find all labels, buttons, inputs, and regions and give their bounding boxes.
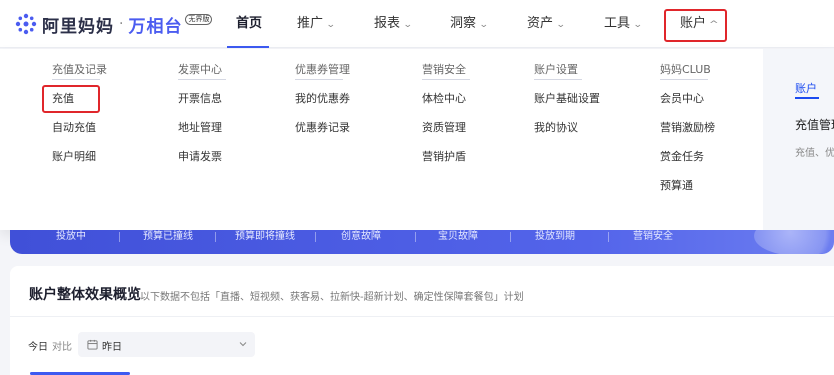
side-panel-tab-indicator bbox=[795, 97, 819, 99]
menu-column-marketing-safety: 营销安全 体检中心 资质管理 营销护盾 bbox=[422, 61, 470, 171]
menu-item-basic-settings[interactable]: 账户基础设置 bbox=[534, 84, 600, 113]
chevron-down-icon: ⌄ bbox=[402, 20, 413, 30]
column-divider bbox=[660, 79, 708, 80]
menu-item-my-coupons[interactable]: 我的优惠券 bbox=[295, 84, 350, 113]
banner-item-budget-capped[interactable]: 预算已撞线 bbox=[143, 230, 193, 244]
account-dropdown-menu: 充值及记录 充值 自动充值 账户明细 发票中心 开票信息 地址管理 申请发票 优… bbox=[0, 49, 834, 230]
chevron-down-icon: ⌄ bbox=[325, 20, 336, 30]
highlight-box-account bbox=[664, 9, 727, 42]
compare-date-value: 昨日 bbox=[102, 342, 122, 353]
nav-active-indicator bbox=[227, 46, 269, 48]
menu-item-health-check[interactable]: 体检中心 bbox=[422, 84, 470, 113]
chevron-down-icon: ⌄ bbox=[632, 20, 643, 30]
banner-decoration bbox=[754, 230, 834, 254]
nav-home-label: 首页 bbox=[236, 16, 263, 31]
nav-assets[interactable]: 资产 ⌄ bbox=[527, 0, 566, 48]
column-divider bbox=[178, 79, 226, 80]
banner-divider bbox=[510, 232, 511, 242]
banner-item-delivery-expired[interactable]: 投放到期 bbox=[535, 230, 575, 244]
side-panel-heading: 充值管理 bbox=[795, 118, 834, 132]
menu-column-invoice: 发票中心 开票信息 地址管理 申请发票 bbox=[178, 61, 226, 171]
menu-item-coupon-records[interactable]: 优惠券记录 bbox=[295, 113, 350, 142]
menu-item-my-agreements[interactable]: 我的协议 bbox=[534, 113, 600, 142]
side-panel-description: 充值、优 bbox=[795, 148, 834, 159]
nav-insights-label: 洞察 bbox=[450, 16, 477, 31]
banner-item-delivering[interactable]: 投放中 bbox=[56, 230, 86, 244]
menu-column-account-settings: 账户设置 账户基础设置 我的协议 bbox=[534, 61, 600, 142]
overview-title: 账户整体效果概览 bbox=[29, 287, 141, 303]
banner-divider bbox=[315, 232, 316, 242]
logo-text: 阿里妈妈 bbox=[42, 16, 114, 37]
today-label: 今日 bbox=[28, 342, 48, 353]
logo-separator: · bbox=[119, 16, 124, 32]
nav-tools[interactable]: 工具 ⌄ bbox=[604, 0, 643, 48]
menu-item-incentive-ranking[interactable]: 营销激励榜 bbox=[660, 113, 715, 142]
menu-item-invoice-info[interactable]: 开票信息 bbox=[178, 84, 226, 113]
chevron-down-icon: ⌄ bbox=[478, 20, 489, 30]
column-divider bbox=[534, 79, 582, 80]
menu-column-recharge: 充值及记录 充值 自动充值 账户明细 bbox=[52, 61, 107, 171]
banner-item-creative-fault[interactable]: 创意故障 bbox=[341, 230, 381, 244]
nav-promotion-label: 推广 bbox=[297, 16, 324, 31]
menu-item-address-management[interactable]: 地址管理 bbox=[178, 113, 226, 142]
menu-column-coupons: 优惠券管理 我的优惠券 优惠券记录 bbox=[295, 61, 350, 142]
menu-item-bounty-tasks[interactable]: 赏金任务 bbox=[660, 142, 715, 171]
menu-item-member-center[interactable]: 会员中心 bbox=[660, 84, 715, 113]
menu-item-apply-invoice[interactable]: 申请发票 bbox=[178, 142, 226, 171]
column-title: 充值及记录 bbox=[52, 63, 107, 76]
banner-divider bbox=[119, 232, 120, 242]
chevron-down-icon: ⌄ bbox=[555, 20, 566, 30]
column-title: 营销安全 bbox=[422, 63, 466, 76]
logo-icon bbox=[15, 13, 37, 35]
banner-item-item-fault[interactable]: 宝贝故障 bbox=[438, 230, 478, 244]
banner-divider bbox=[215, 232, 216, 242]
overview-card: 账户整体效果概览 以下数据不包括「直播、短视频、获客易、拉新快-超新计划、确定性… bbox=[10, 266, 834, 375]
calendar-icon bbox=[87, 339, 98, 350]
compare-date-select[interactable]: 昨日 bbox=[78, 332, 255, 357]
column-divider bbox=[52, 79, 100, 80]
nav-assets-label: 资产 bbox=[527, 16, 554, 31]
chevron-down-icon bbox=[239, 342, 247, 347]
banner-divider bbox=[415, 232, 416, 242]
compare-label: 对比 bbox=[52, 342, 72, 353]
menu-item-account-details[interactable]: 账户明细 bbox=[52, 142, 107, 171]
column-title: 优惠券管理 bbox=[295, 63, 350, 76]
status-banner: 投放中 预算已撞线 预算即将撞线 创意故障 宝贝故障 投放到期 营销安全 bbox=[10, 230, 834, 254]
column-title: 妈妈CLUB bbox=[660, 63, 711, 76]
column-title: 发票中心 bbox=[178, 63, 222, 76]
banner-item-budget-near-cap[interactable]: 预算即将撞线 bbox=[235, 230, 295, 244]
column-divider bbox=[422, 79, 470, 80]
menu-item-budget-pass[interactable]: 预算通 bbox=[660, 171, 715, 200]
menu-column-mama-club: 妈妈CLUB 会员中心 营销激励榜 赏金任务 预算通 bbox=[660, 61, 715, 200]
nav-reports[interactable]: 报表 ⌄ bbox=[374, 0, 413, 48]
nav-home[interactable]: 首页 bbox=[236, 0, 262, 48]
column-title: 账户设置 bbox=[534, 63, 578, 76]
top-header: 阿里妈妈 · 万相台 无界版 首页 推广 ⌄ 报表 ⌄ 洞察 ⌄ 资产 ⌄ 工具 ⌄ 账户… bbox=[0, 0, 834, 48]
nav-promotion[interactable]: 推广 ⌄ bbox=[297, 0, 336, 48]
logo[interactable]: 阿里妈妈 · 万相台 无界版 bbox=[14, 11, 213, 37]
menu-item-auto-recharge[interactable]: 自动充值 bbox=[52, 113, 107, 142]
menu-item-qualification[interactable]: 资质管理 bbox=[422, 113, 470, 142]
nav-reports-label: 报表 bbox=[374, 16, 401, 31]
banner-item-marketing-safety[interactable]: 营销安全 bbox=[633, 230, 673, 244]
card-divider bbox=[10, 316, 834, 317]
column-divider bbox=[295, 79, 343, 80]
nav-tools-label: 工具 bbox=[604, 16, 631, 31]
menu-item-marketing-shield[interactable]: 营销护盾 bbox=[422, 142, 470, 171]
side-panel-tab[interactable]: 账户 bbox=[795, 80, 817, 96]
banner-divider bbox=[608, 232, 609, 242]
logo-badge: 无界版 bbox=[185, 14, 213, 25]
nav-insights[interactable]: 洞察 ⌄ bbox=[450, 0, 489, 48]
logo-product-name: 万相台 bbox=[128, 16, 183, 37]
dropdown-side-panel: 账户 充值管理 充值、优 bbox=[763, 49, 834, 230]
highlight-box-recharge bbox=[42, 85, 100, 113]
overview-note: 以下数据不包括「直播、短视频、获客易、拉新快-超新计划、确定性保障套餐包」计划 bbox=[140, 292, 524, 303]
